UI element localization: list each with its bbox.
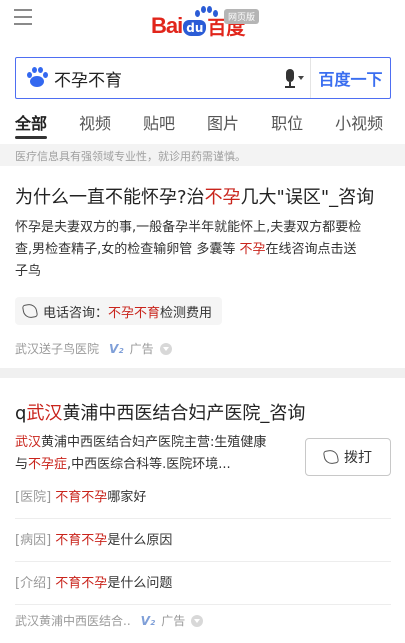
medical-notice: 医疗信息具有强领域专业性，就诊用药需谨慎。 <box>0 144 405 166</box>
phone-icon <box>21 302 39 320</box>
sublink-item[interactable]: [介绍] 不育不孕是什么问题 <box>15 562 391 605</box>
result-title[interactable]: 为什么一直不能怀孕?治不孕几大"误区"_咨询 <box>15 183 374 209</box>
tab-all[interactable]: 全部 <box>15 110 48 142</box>
tab-images[interactable]: 图片 <box>207 110 239 142</box>
ad-options-icon[interactable] <box>191 614 204 627</box>
search-button[interactable]: 百度一下 <box>310 58 390 98</box>
ad-options-icon[interactable] <box>159 342 172 355</box>
menu-icon[interactable] <box>14 9 32 25</box>
logo-bai: Bai <box>151 13 183 38</box>
divider <box>0 368 405 378</box>
verified-badge: V₂ <box>140 613 156 628</box>
tab-tieba[interactable]: 贴吧 <box>143 110 175 142</box>
microphone-icon[interactable] <box>278 58 310 98</box>
web-version-badge: 网页版 <box>224 9 260 24</box>
top-bar: Bai du 百度 网页版 <box>0 0 405 52</box>
sublink-item[interactable]: [病因] 不育不孕是什么原因 <box>15 519 391 562</box>
logo-du: du <box>183 20 207 36</box>
result-description[interactable]: 怀孕是夫妻双方的事,一般备孕半年就能怀上,夫妻双方都要检 查,男检查精子,女的检… <box>15 217 391 283</box>
search-tabs: 全部 视频 贴吧 图片 职位 小视频 资 <box>0 110 405 142</box>
tab-video[interactable]: 视频 <box>79 110 111 142</box>
phone-consult-button[interactable]: 电话咨询： 不孕不育 检测费用 <box>15 297 223 325</box>
ad-label: 广告 <box>129 342 154 356</box>
result-description[interactable]: 武汉黄浦中西医结合妇产医院主营:生殖健康 与不孕症,中西医综合科等.医院环境..… <box>15 432 295 476</box>
tab-jobs[interactable]: 职位 <box>271 110 303 142</box>
phone-icon <box>322 448 340 466</box>
verified-badge: V₂ <box>109 341 124 356</box>
search-bar: 不孕不育 百度一下 <box>15 57 391 99</box>
tab-short-video[interactable]: 小视频 <box>335 110 383 142</box>
ad-label: 广告 <box>161 614 186 628</box>
result-source: 武汉黄浦中西医结合.. V₂ 广告 <box>15 612 204 629</box>
chevron-down-icon <box>298 76 304 80</box>
sublink-item[interactable]: [医院] 不育不孕哪家好 <box>15 476 391 519</box>
result-title[interactable]: q武汉黄浦中西医结合妇产医院_咨询 <box>15 399 305 425</box>
paw-icon <box>193 6 219 20</box>
dial-button[interactable]: 拨打 <box>305 438 391 476</box>
search-input[interactable]: 不孕不育 <box>54 66 278 91</box>
result-card: q武汉黄浦中西医结合妇产医院_咨询 武汉黄浦中西医结合妇产医院主营:生殖健康 与… <box>0 378 405 643</box>
baidu-paw-icon <box>26 67 48 89</box>
result-source: 武汉送子鸟医院 V₂ 广告 <box>15 340 172 357</box>
result-card: 为什么一直不能怀孕?治不孕几大"误区"_咨询 怀孕是夫妻双方的事,一般备孕半年就… <box>0 166 405 368</box>
